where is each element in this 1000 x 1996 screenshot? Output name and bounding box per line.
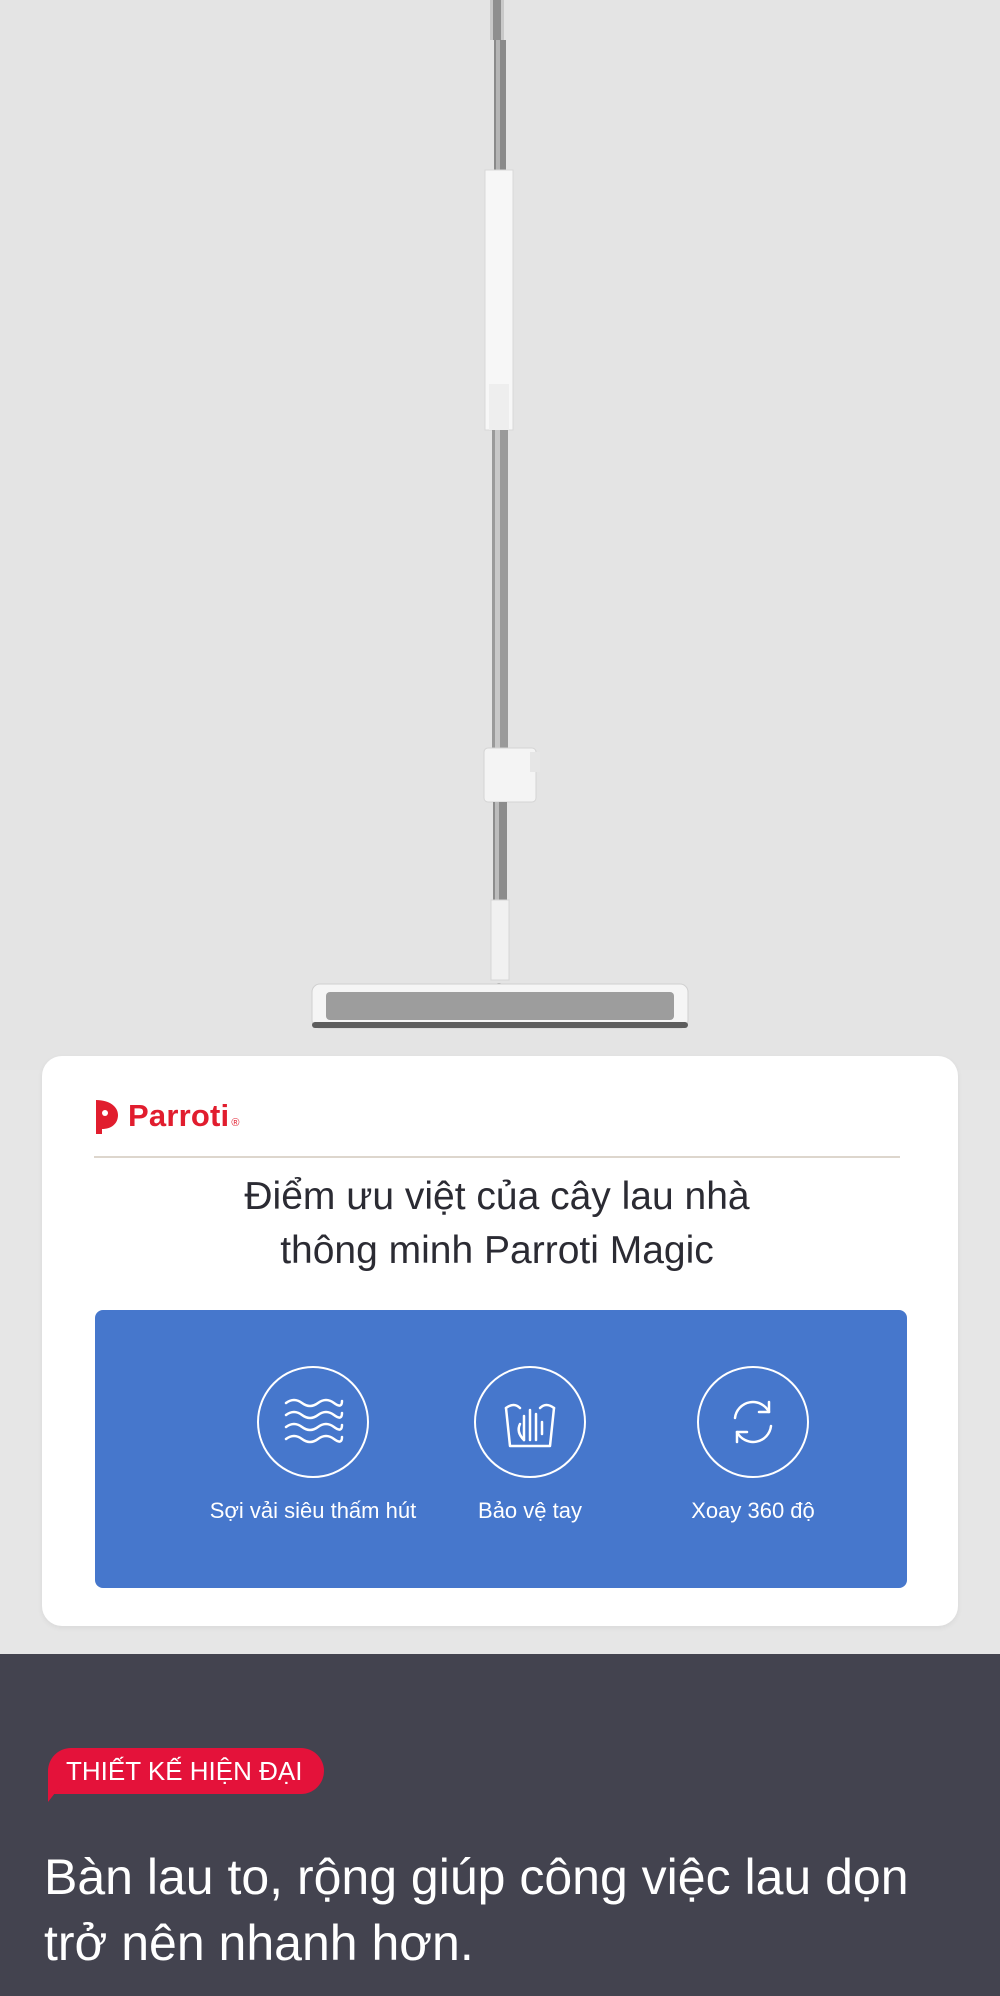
headline-line-2: trở nên nhanh hơn.	[44, 1915, 474, 1971]
headline-line-1: Bàn lau to, rộng giúp công việc lau dọn	[44, 1849, 909, 1905]
card-title-line-1: Điểm ưu việt của cây lau nhà	[244, 1175, 750, 1218]
divider	[94, 1156, 900, 1158]
product-hero-image	[0, 0, 1000, 1070]
feature-card: Parroti ® Điểm ưu việt của cây lau nhà t…	[42, 1056, 958, 1626]
tag-tail	[48, 1784, 62, 1802]
feature-hand-protection: Bảo vệ tay	[420, 1366, 640, 1524]
section-headline: Bàn lau to, rộng giúp công việc lau dọn …	[44, 1844, 964, 1976]
card-title-line-2: thông minh Parroti Magic	[280, 1229, 714, 1272]
absorbent-fiber-icon	[257, 1366, 369, 1478]
mop-illustration	[311, 0, 689, 1029]
card-title: Điểm ưu việt của cây lau nhà thông minh …	[94, 1170, 900, 1278]
parroti-logo: Parroti ®	[94, 1094, 239, 1138]
feature-rotate: Xoay 360 độ	[643, 1366, 863, 1524]
feature-label: Bảo vệ tay	[478, 1498, 582, 1523]
registered-mark: ®	[231, 1117, 240, 1129]
brand-name: Parroti	[128, 1098, 230, 1133]
feature-label: Sợi vải siêu thấm hút	[209, 1498, 417, 1523]
feature-absorbent: Sợi vải siêu thấm hút	[203, 1366, 423, 1524]
features-panel: Sợi vải siêu thấm hút Bảo vệ tay Xoay 36…	[95, 1310, 907, 1588]
section-tag: THIẾT KẾ HIỆN ĐẠI	[48, 1748, 325, 1794]
rotate-360-icon	[697, 1366, 809, 1478]
hand-protection-icon	[474, 1366, 586, 1478]
design-section: THIẾT KẾ HIỆN ĐẠI Bàn lau to, rộng giúp …	[0, 1654, 1000, 1996]
feature-label: Xoay 360 độ	[691, 1498, 815, 1523]
parrot-logo-icon	[96, 1100, 118, 1134]
